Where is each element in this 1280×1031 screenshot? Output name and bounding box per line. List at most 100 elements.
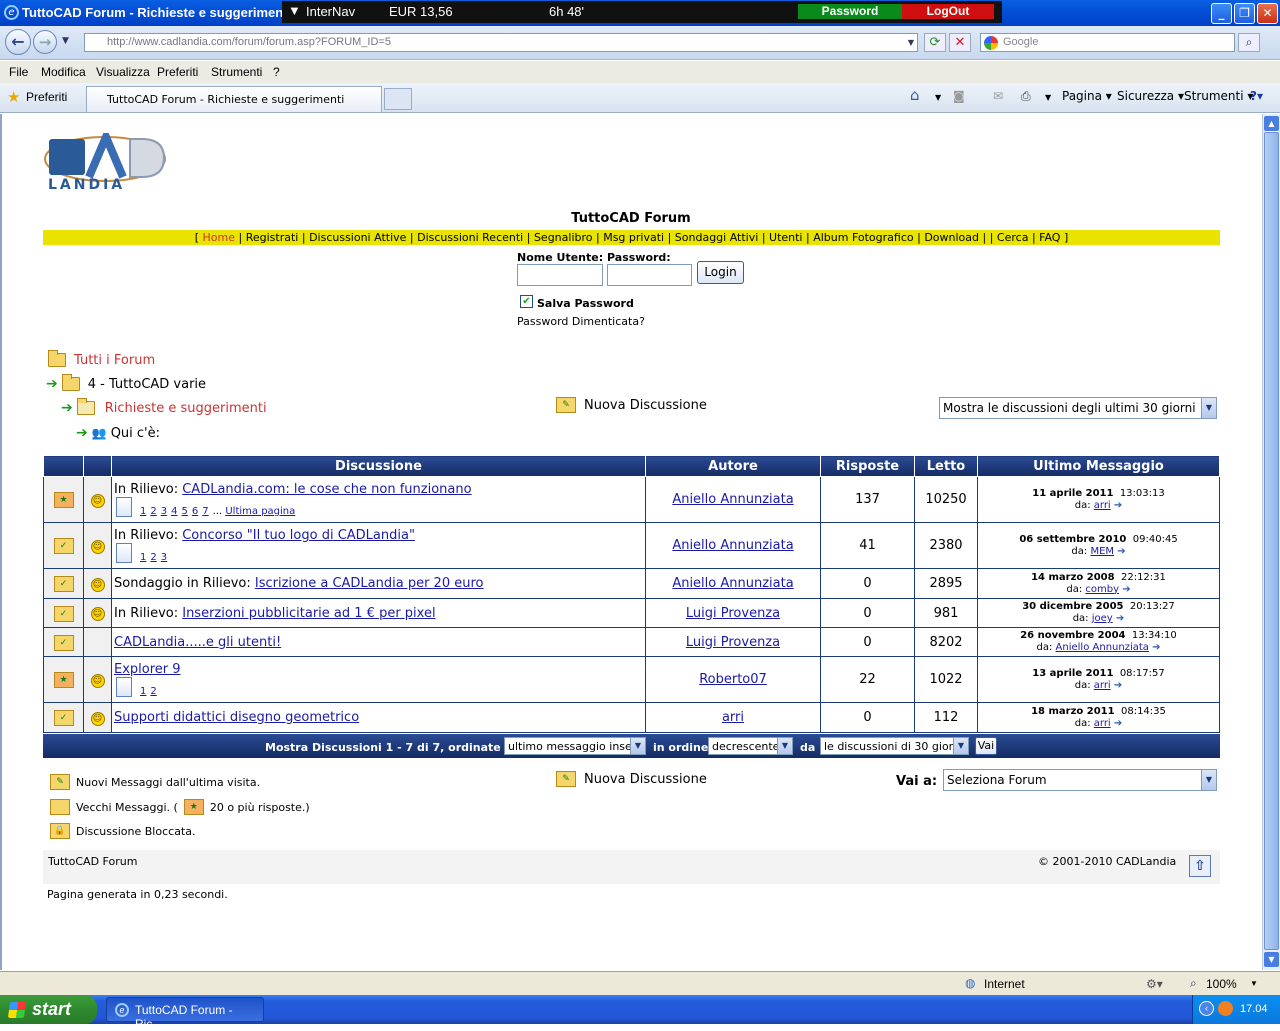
nav-discussioni-attive[interactable]: Discussioni Attive	[309, 231, 406, 244]
go-button[interactable]: Vai	[975, 737, 997, 755]
last-post-author-link[interactable]: joey	[1092, 613, 1113, 624]
nav-discussioni-recenti[interactable]: Discussioni Recenti	[417, 231, 523, 244]
close-button[interactable]: ✕	[1257, 3, 1278, 24]
topic-title-link[interactable]: Inserzioni pubblicitarie ad 1 € per pixe…	[182, 606, 435, 621]
col-ultimo[interactable]: Ultimo Messaggio	[977, 455, 1220, 477]
nav-segnalibro[interactable]: Segnalibro	[534, 231, 593, 244]
page-link[interactable]: 5	[182, 506, 188, 517]
username-input[interactable]	[517, 264, 603, 286]
nav-album[interactable]: Album Fotografico	[813, 231, 913, 244]
last-post-author-link[interactable]: MEM	[1090, 546, 1114, 557]
author-link[interactable]: Aniello Annunziata	[672, 576, 793, 591]
page-link[interactable]: 1	[140, 686, 146, 697]
page-link[interactable]: 4	[171, 506, 177, 517]
menu-help[interactable]: ?	[273, 65, 280, 79]
new-topic-label[interactable]: Nuova Discussione	[584, 398, 707, 413]
author-link[interactable]: arri	[722, 710, 744, 725]
sort-direction-select[interactable]: decrescente ▼	[708, 737, 793, 755]
author-link[interactable]: Luigi Provenza	[686, 635, 780, 650]
page-link[interactable]: 1	[140, 506, 146, 517]
author-link[interactable]: Roberto07	[699, 672, 767, 687]
feeds-icon[interactable]: ◙	[953, 89, 965, 103]
topic-title-link[interactable]: Concorso "Il tuo logo di CADLandia"	[182, 528, 415, 543]
nav-home[interactable]: Home	[203, 231, 235, 244]
password-button[interactable]: Password	[798, 4, 902, 19]
breadcrumb-category-label[interactable]: 4 - TuttoCAD varie	[88, 377, 206, 392]
go-to-last-post-icon[interactable]: ➔	[1114, 500, 1122, 511]
password-input[interactable]	[607, 264, 692, 286]
forgot-password-link[interactable]: Password Dimenticata?	[517, 315, 645, 328]
scroll-thumb[interactable]	[1264, 132, 1279, 950]
taskbar-item-ie[interactable]: e TuttoCAD Forum - Ric...	[106, 997, 264, 1031]
back-to-top-icon[interactable]: ⇧	[1189, 855, 1211, 877]
col-discussione[interactable]: Discussione	[111, 455, 646, 477]
zoom-icon[interactable]: ⌕	[1190, 976, 1197, 991]
home-dropdown-icon[interactable]: ▼	[935, 93, 941, 102]
breadcrumb-forum-link[interactable]: Richieste e suggerimenti	[105, 401, 267, 416]
browser-tab[interactable]: TuttoCAD Forum - Richieste e suggeriment…	[86, 86, 382, 112]
page-link[interactable]: 3	[161, 506, 167, 517]
back-button[interactable]: ←	[5, 29, 31, 55]
page-menu[interactable]: Pagina ▾	[1062, 89, 1112, 103]
cadlandia-logo[interactable]: LANDIA	[44, 126, 166, 193]
last-post-author-link[interactable]: arri	[1094, 718, 1111, 729]
range-select[interactable]: le discussioni di 30 giorni ▼	[820, 737, 969, 755]
logout-button[interactable]: LogOut	[902, 4, 994, 19]
page-link[interactable]: 7	[202, 506, 208, 517]
nav-faq[interactable]: FAQ	[1039, 231, 1060, 244]
nav-cerca[interactable]: Cerca	[997, 231, 1029, 244]
home-icon[interactable]: ⌂	[910, 86, 920, 104]
go-to-last-post-icon[interactable]: ➔	[1114, 718, 1122, 729]
go-to-last-post-icon[interactable]: ➔	[1116, 613, 1124, 624]
author-link[interactable]: Aniello Annunziata	[672, 492, 793, 507]
vertical-scrollbar[interactable]: ▲ ▼	[1262, 114, 1280, 970]
author-link[interactable]: Luigi Provenza	[686, 606, 780, 621]
last-post-author-link[interactable]: Aniello Annunziata	[1056, 642, 1149, 653]
favorites-star-icon[interactable]: ★	[7, 88, 20, 106]
new-topic-bottom[interactable]: ✎ Nuova Discussione	[556, 771, 707, 787]
breadcrumb-all-link[interactable]: Tutti i Forum	[74, 353, 155, 368]
search-input[interactable]: Google	[980, 33, 1235, 52]
last-post-author-link[interactable]: arri	[1094, 500, 1111, 511]
last-post-author-link[interactable]: arri	[1094, 680, 1111, 691]
go-to-last-post-icon[interactable]: ➔	[1152, 642, 1160, 653]
menu-modifica[interactable]: Modifica	[41, 65, 86, 79]
menu-visualizza[interactable]: Visualizza	[96, 65, 150, 79]
menu-file[interactable]: File	[9, 65, 28, 79]
new-tab-button[interactable]	[384, 88, 412, 110]
col-autore[interactable]: Autore	[645, 455, 821, 477]
login-button[interactable]: Login	[697, 261, 744, 284]
menu-strumenti[interactable]: Strumenti	[211, 65, 262, 79]
forward-button[interactable]: →	[33, 30, 57, 54]
print-dropdown-icon[interactable]: ▼	[1045, 93, 1051, 102]
nav-msg-privati[interactable]: Msg privati	[603, 231, 664, 244]
goto-forum-select[interactable]: Seleziona Forum ▼	[943, 769, 1217, 791]
protected-mode-icon[interactable]: ⚙▾	[1146, 977, 1163, 991]
page-link[interactable]: 2	[150, 686, 156, 697]
page-link[interactable]: 3	[161, 552, 167, 563]
scroll-down-icon[interactable]: ▼	[1264, 952, 1279, 967]
nav-utenti[interactable]: Utenti	[769, 231, 802, 244]
col-letto[interactable]: Letto	[914, 455, 978, 477]
topic-title-link[interactable]: Iscrizione a CADLandia per 20 euro	[255, 576, 484, 591]
zoom-level[interactable]: 100%	[1206, 977, 1237, 991]
page-link[interactable]: 6	[192, 506, 198, 517]
page-link[interactable]: 2	[150, 506, 156, 517]
tray-expand-icon[interactable]: ‹	[1199, 1001, 1214, 1016]
refresh-icon[interactable]: ⟳	[924, 33, 946, 52]
help-icon[interactable]: ?▾	[1250, 89, 1263, 103]
new-topic-top[interactable]: ✎ Nuova Discussione	[556, 397, 707, 413]
page-link[interactable]: 1	[140, 552, 146, 563]
nav-download[interactable]: Download	[924, 231, 979, 244]
scroll-up-icon[interactable]: ▲	[1264, 116, 1279, 131]
zoom-dropdown-icon[interactable]: ▼	[1250, 979, 1258, 988]
last-post-author-link[interactable]: comby	[1085, 584, 1119, 595]
address-dropdown-icon[interactable]: ▼	[904, 34, 918, 51]
stop-icon[interactable]: ✕	[949, 33, 971, 52]
topic-title-link[interactable]: CADLandia.com: le cose che non funzionan…	[182, 482, 471, 497]
last-page-link[interactable]: Ultima pagina	[225, 506, 295, 517]
menu-preferiti[interactable]: Preferiti	[157, 65, 198, 79]
tools-menu[interactable]: Strumenti ▾	[1184, 89, 1253, 103]
topic-title-link[interactable]: Supporti didattici disegno geometrico	[114, 710, 359, 725]
days-filter-select[interactable]: Mostra le discussioni degli ultimi 30 gi…	[939, 397, 1217, 419]
